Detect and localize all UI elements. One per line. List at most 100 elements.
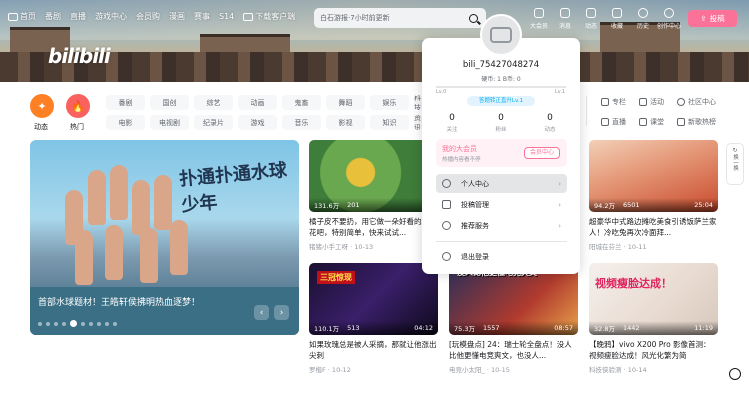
stat-followers[interactable]: 0 粉丝: [481, 113, 521, 133]
stat-following[interactable]: 0 关注: [432, 113, 472, 133]
video-title[interactable]: 【晚鸦】vivo X200 Pro 影像首测：视频瘦脸达成！风光化繁为简: [589, 339, 718, 361]
video-title[interactable]: 橘子皮不要扔，用它做一朵好看的玫瑰花吧，特别简单，快来试试...: [309, 216, 438, 238]
nav-esports[interactable]: 赛事: [194, 11, 210, 22]
carousel-prev-button[interactable]: ‹: [254, 305, 269, 320]
video-meta: 94.2万 6501 25:04: [589, 198, 718, 212]
wind-icon: [586, 8, 596, 18]
coin-balance: 硬币: 1 B币: 0: [481, 76, 521, 83]
video-title[interactable]: [玩模盘点] 24：瑞士轮全盘点！没人比他更懂电竞爽文，也没人...: [449, 339, 578, 361]
username[interactable]: bili_75427048274: [422, 60, 580, 70]
search-icon[interactable]: [469, 13, 478, 23]
upload-button[interactable]: ⇪ 投稿: [688, 10, 737, 27]
nav-download-client[interactable]: 下载客户端: [243, 11, 295, 22]
video-card[interactable]: 没人比他更懂电竞爽文 75.3万155708:57 [玩模盘点] 24：瑞士轮全…: [449, 263, 578, 374]
hot-label[interactable]: 热门: [70, 122, 84, 132]
vip-subtitle: 热播内容看不停: [442, 157, 481, 163]
dynamics-label[interactable]: 动态: [34, 122, 48, 132]
side-cat-column[interactable]: 专栏: [601, 97, 626, 107]
video-card[interactable]: 131.6万 201 橘子皮不要扔，用它做一朵好看的玫瑰花吧，特别简单，快来试试.…: [309, 140, 438, 251]
level-upgrade-tag[interactable]: 答题转正直升Lv.1: [467, 96, 535, 106]
community-icon: [677, 98, 685, 106]
nav-s14[interactable]: S14: [219, 12, 234, 21]
side-cat-live[interactable]: 直播: [601, 117, 626, 127]
category-chip[interactable]: 影视: [326, 115, 365, 130]
nav-history[interactable]: 历史: [630, 8, 656, 30]
side-cat-new-songs[interactable]: 新歌热榜: [677, 117, 716, 127]
menu-upload-manage[interactable]: 投稿管理 ›: [436, 195, 567, 214]
stat-dynamics[interactable]: 0 动态: [530, 113, 570, 133]
refresh-icon: ↻: [732, 147, 738, 154]
side-cat-classroom[interactable]: 课堂: [639, 117, 664, 127]
user-icon: [442, 179, 451, 188]
category-chip[interactable]: 科技: [414, 95, 422, 110]
category-chip[interactable]: 电影: [106, 115, 145, 130]
video-thumbnail[interactable]: 94.2万 6501 25:04: [589, 140, 718, 212]
carousel-caption[interactable]: 首部水球题材！王皓轩侯拂明热血逐梦！: [38, 295, 200, 308]
hot-icon[interactable]: 🔥: [66, 94, 90, 118]
top-nav-right: 大会员 消息 动态 收藏 历史 创作中心: [526, 8, 682, 30]
menu-recommend-service[interactable]: 推荐服务 ›: [436, 216, 567, 235]
video-author[interactable]: 罗楷F · 10-12: [309, 364, 438, 374]
nav-vip[interactable]: 大会员: [526, 8, 552, 30]
logout-button[interactable]: 退出登录: [436, 247, 567, 266]
nav-favorites[interactable]: 收藏: [604, 8, 630, 30]
scroll-refresh-icon[interactable]: [729, 368, 741, 380]
chevron-right-icon: ›: [558, 200, 561, 209]
category-chip[interactable]: 综艺: [194, 95, 233, 110]
side-cat-community[interactable]: 社区中心: [677, 97, 716, 107]
bilibili-logo[interactable]: bilibili: [48, 44, 111, 68]
refresh-feed-button[interactable]: ↻ 换一换: [726, 143, 744, 185]
nav-manga[interactable]: 漫画: [169, 11, 185, 22]
category-chip[interactable]: 电视剧: [150, 115, 189, 130]
carousel-caption-bar: 首部水球题材！王皓轩侯拂明热血逐梦！ ‹ ›: [30, 287, 299, 335]
category-chip[interactable]: 纪录片: [194, 115, 233, 130]
side-cat-activity[interactable]: 活动: [639, 97, 664, 107]
featured-carousel[interactable]: 扑通扑通水球少年 首部水球题材！王皓轩侯拂明热血逐梦！ ‹ ›: [30, 140, 299, 335]
search-input[interactable]: 白石游报·7小时前更新: [320, 13, 469, 23]
star-icon: [612, 8, 622, 18]
category-chip[interactable]: 舞蹈: [326, 95, 365, 110]
category-chip[interactable]: 游戏: [238, 115, 277, 130]
video-card[interactable]: 视频瘦脸达成！ 32.8万 1442 11:19 【晚鸦】vivo X200 Pro…: [589, 263, 718, 374]
video-card[interactable]: 94.2万 6501 25:04 超豪华中式路边摊吃美食引诱饭萨兰家人！冷吃兔再次冷…: [589, 140, 718, 251]
category-chip[interactable]: 娱乐: [370, 95, 409, 110]
carousel-title-art: 扑通扑通水球少年: [178, 159, 288, 217]
carousel-next-button[interactable]: ›: [274, 305, 289, 320]
nav-home[interactable]: 首页: [8, 11, 36, 22]
video-author[interactable]: 电竞小太阳_ · 10-15: [449, 364, 578, 374]
search-bar[interactable]: 白石游报·7小时前更新: [314, 8, 486, 28]
vip-box[interactable]: 我的大会员 热播内容看不停 会员中心: [436, 139, 567, 167]
nav-creator-center[interactable]: 创作中心: [656, 8, 682, 30]
video-thumbnail[interactable]: 131.6万 201: [309, 140, 438, 212]
nav-messages[interactable]: 消息: [552, 8, 578, 30]
carousel-dots[interactable]: [38, 320, 117, 327]
video-title[interactable]: 超豪华中式路边摊吃美食引诱饭萨兰家人！冷吃兔再次冷面拜...: [589, 216, 718, 238]
nav-dynamics[interactable]: 动态: [578, 8, 604, 30]
category-chip[interactable]: 资讯: [414, 115, 422, 130]
upload-icon: ⇪: [700, 14, 707, 23]
video-meta: 75.3万 1557 08:57: [449, 321, 578, 335]
dynamics-icon[interactable]: ✦: [30, 94, 54, 118]
menu-personal-center[interactable]: 个人中心 ›: [436, 174, 567, 193]
video-author[interactable]: 科技侠验测 · 10-14: [589, 364, 718, 374]
category-chip[interactable]: 音乐: [282, 115, 321, 130]
nav-live[interactable]: 直播: [70, 11, 86, 22]
category-chip[interactable]: 动画: [238, 95, 277, 110]
category-chip[interactable]: 番剧: [106, 95, 145, 110]
category-chip[interactable]: 国创: [150, 95, 189, 110]
nav-anime[interactable]: 番剧: [45, 11, 61, 22]
vip-center-button[interactable]: 会员中心: [524, 147, 560, 159]
video-title[interactable]: 如果玫瑰总是被人采摘，那就让他涨出尖刺: [309, 339, 438, 361]
avatar[interactable]: [480, 14, 522, 56]
category-divider: [586, 96, 587, 126]
video-author[interactable]: 阳城在芬兰 · 10-11: [589, 241, 718, 251]
video-author[interactable]: 猪猪小手工呀 · 10-13: [309, 241, 438, 251]
thumb-overlay-text: 视频瘦脸达成！: [595, 277, 672, 290]
category-chip[interactable]: 知识: [370, 115, 409, 130]
nav-mall[interactable]: 会员购: [136, 11, 160, 22]
video-thumbnail[interactable]: 视频瘦脸达成！ 32.8万 1442 11:19: [589, 263, 718, 335]
nav-game-center[interactable]: 游戏中心: [95, 11, 127, 22]
category-chip[interactable]: 鬼畜: [282, 95, 321, 110]
video-thumbnail[interactable]: 三冠惊现 110.1万 513 04:12: [309, 263, 438, 335]
video-card[interactable]: 三冠惊现 110.1万 513 04:12 如果玫瑰总是被人采摘，那就让他涨出尖刺 …: [309, 263, 438, 374]
